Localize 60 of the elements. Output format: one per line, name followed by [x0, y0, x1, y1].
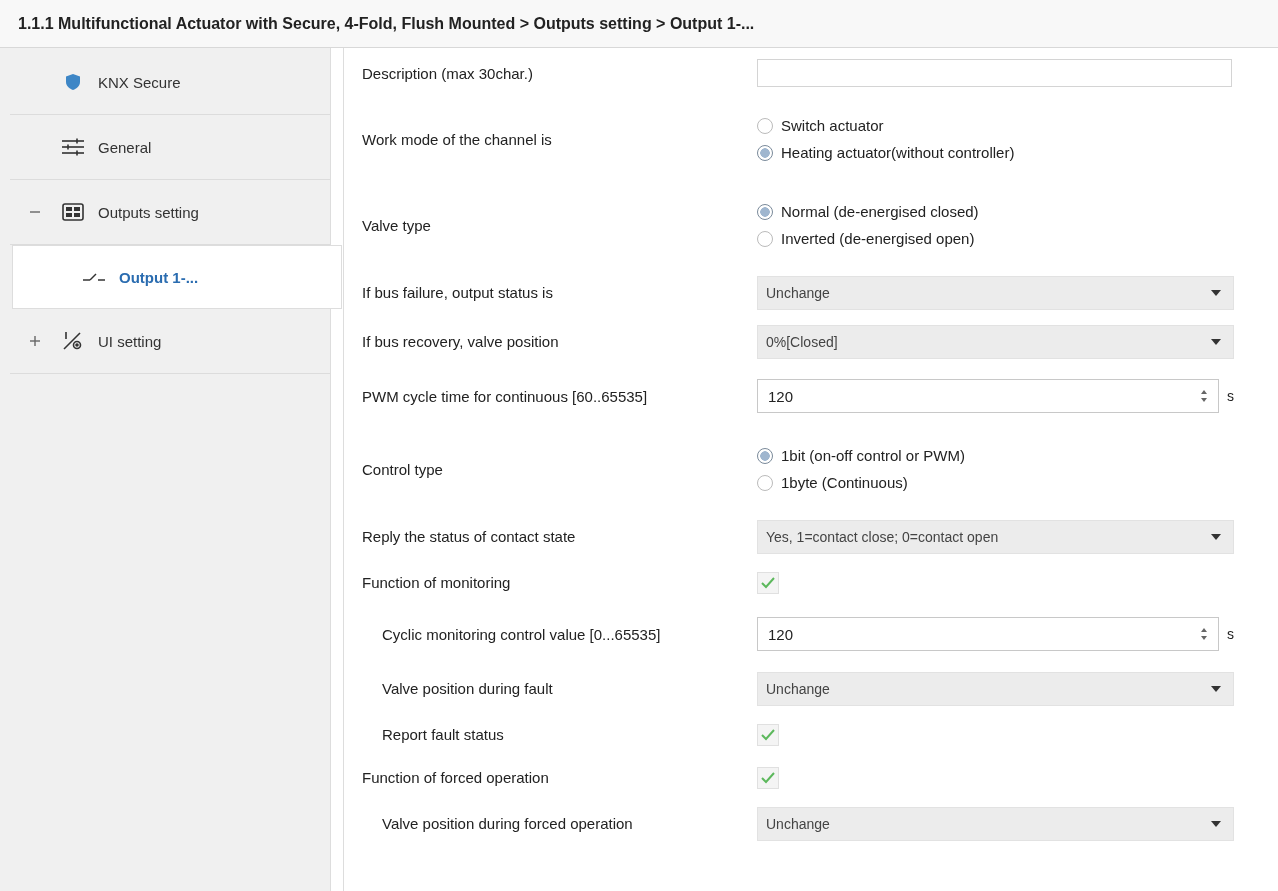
switch-icon — [83, 272, 105, 282]
dropdown[interactable]: Unchange — [757, 806, 1234, 841]
parameter-label: If bus recovery, valve position — [362, 332, 560, 351]
radio-button[interactable] — [757, 203, 773, 220]
dropdown[interactable]: Unchange — [757, 671, 1234, 706]
sidebar-item[interactable]: General — [10, 115, 330, 180]
ui-setting-icon — [62, 331, 84, 351]
radio-button[interactable] — [757, 144, 773, 161]
sidebar-item[interactable]: UI setting — [10, 309, 330, 374]
parameter-label: Function of forced operation — [362, 768, 550, 787]
parameter-label: Function of monitoring — [362, 573, 512, 592]
parameter-label: Control type — [362, 459, 444, 479]
radio-button[interactable] — [757, 474, 773, 491]
radio-label[interactable]: 1bit (on-off control or PWM) — [781, 447, 965, 464]
parameter-label: Valve type — [362, 215, 432, 235]
checkbox[interactable] — [757, 571, 779, 594]
checkbox[interactable] — [757, 723, 779, 746]
description-field[interactable] — [757, 59, 1232, 87]
radio-label[interactable]: 1byte (Continuous) — [781, 474, 908, 491]
spinner-arrows-icon[interactable] — [1200, 627, 1208, 641]
breadcrumb: 1.1.1 Multifunctional Actuator with Secure, 4-Fold, Flush Mounted > Outputs setting > Output 1-... — [18, 14, 755, 33]
unit-label: s — [1227, 388, 1234, 404]
unit-label: s — [1227, 626, 1234, 642]
sidebar-item[interactable]: Output 1-... — [12, 245, 342, 309]
radio-button[interactable] — [757, 230, 773, 247]
dropdown[interactable]: Unchange — [757, 275, 1234, 310]
checkmark-icon — [761, 771, 775, 784]
sidebar-item[interactable]: KNX Secure — [10, 50, 330, 115]
dropdown[interactable]: Yes, 1=contact close; 0=contact open — [757, 519, 1234, 554]
radio-label[interactable]: Heating actuator(without controller) — [781, 144, 1015, 161]
spinner-arrows-icon[interactable] — [1200, 389, 1208, 403]
radio-label[interactable]: Normal (de-energised closed) — [781, 203, 979, 220]
parameter-label: Reply the status of contact state — [362, 527, 577, 546]
parameter-label: Cyclic monitoring control value [0...65535] — [381, 624, 662, 644]
dropdown-caret-icon — [1211, 685, 1221, 692]
shield-icon — [65, 73, 81, 91]
checkmark-icon — [761, 728, 775, 741]
radio-button[interactable] — [757, 117, 773, 134]
dropdown-caret-icon — [1211, 820, 1221, 827]
radio-label[interactable]: Switch actuator — [781, 117, 884, 134]
checkmark-icon — [761, 576, 775, 589]
checkbox[interactable] — [757, 766, 779, 789]
dropdown-caret-icon — [1211, 289, 1221, 296]
dropdown-caret-icon — [1211, 338, 1221, 345]
number-field[interactable]: 120 — [757, 379, 1219, 413]
radio-button[interactable] — [757, 447, 773, 464]
grid-icon — [62, 203, 84, 221]
parameter-label: PWM cycle time for continuous [60..65535] — [362, 386, 649, 406]
parameter-label: If bus failure, output status is — [362, 283, 554, 302]
parameter-label: Work mode of the channel is — [362, 129, 553, 149]
parameter-label: Valve position during forced operation — [381, 814, 634, 833]
dropdown-caret-icon — [1211, 533, 1221, 540]
parameter-label: Report fault status — [381, 725, 505, 744]
radio-label[interactable]: Inverted (de-energised open) — [781, 230, 975, 247]
sliders-icon — [61, 138, 85, 156]
expand-icon[interactable] — [30, 336, 40, 346]
parameter-label: Valve position during fault — [381, 679, 554, 698]
number-field[interactable]: 120 — [757, 617, 1219, 651]
parameter-label: Description (max 30char.) — [362, 63, 534, 83]
dropdown[interactable]: 0%[Closed] — [757, 324, 1234, 359]
